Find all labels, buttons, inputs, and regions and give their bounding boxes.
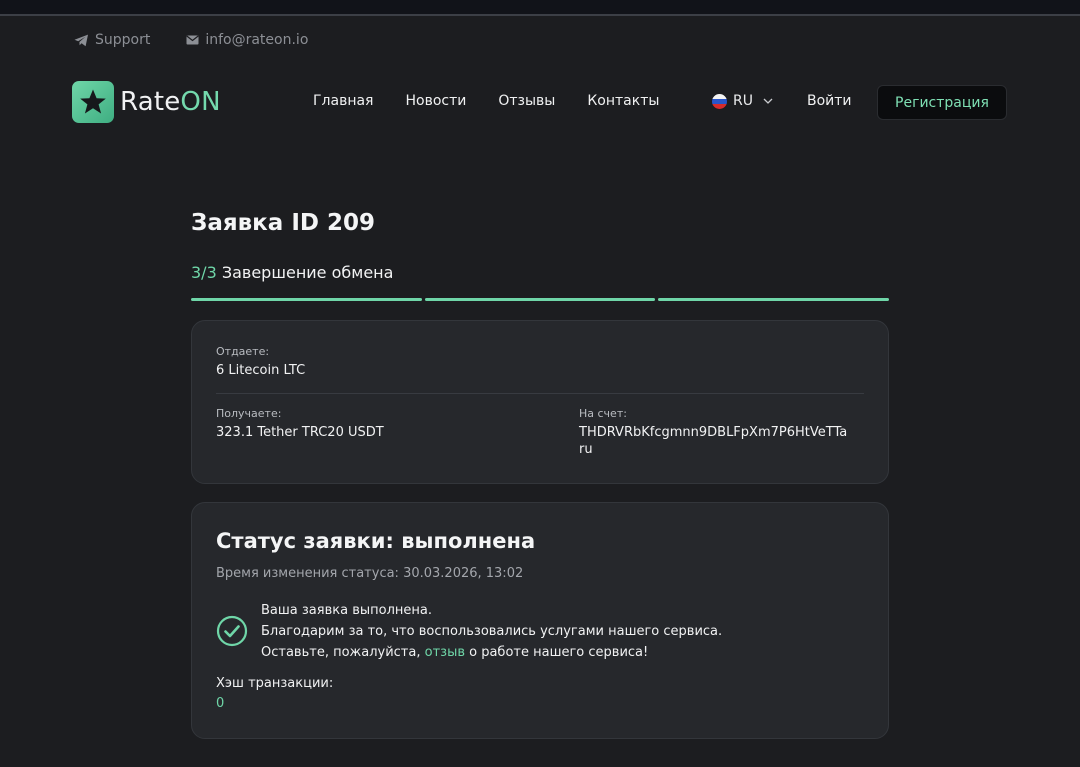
hash-label: Хэш транзакции: — [216, 676, 334, 691]
rateon-logo[interactable]: RateON — [72, 81, 221, 123]
receive-value: 323.1 Tether TRC20 USDT — [216, 425, 384, 440]
support-link-label: Support — [95, 32, 151, 48]
telegram-icon — [74, 34, 88, 46]
status-message-line3-end: о работе нашего сервиса! — [465, 645, 649, 660]
give-label: Отдаете: — [216, 345, 270, 358]
divider — [216, 393, 864, 394]
status-time: Время изменения статуса: 30.03.2026, 13:… — [216, 566, 524, 581]
logo-text-rate: Rate — [120, 87, 181, 117]
order-details-card: Отдаете: 6 Litecoin LTC Получаете: 323.1… — [191, 320, 889, 484]
nav-item-contacts[interactable]: Контакты — [587, 93, 659, 109]
status-message-line1: Ваша заявка выполнена. — [261, 603, 432, 618]
logo-text: RateON — [120, 87, 221, 117]
top-links: Support info@rateon.io — [74, 32, 308, 48]
hash-value[interactable]: 0 — [216, 696, 224, 711]
progress-segment — [424, 298, 656, 301]
main-nav: Главная Новости Отзывы Контакты — [313, 93, 659, 109]
account-value: THDRVRbKfcgmnn9DBLFpXm7P6HtVeTTa ru — [579, 425, 847, 457]
register-button[interactable]: Регистрация — [877, 85, 1007, 120]
language-label: RU — [733, 93, 753, 109]
nav-item-home[interactable]: Главная — [313, 93, 373, 109]
status-card: Статус заявки: выполнена Время изменения… — [191, 502, 889, 739]
check-circle-icon — [216, 615, 248, 647]
language-selector[interactable]: RU — [712, 93, 773, 109]
step-number: 3/3 — [191, 263, 217, 282]
login-link[interactable]: Войти — [807, 93, 852, 109]
status-message-line2: Благодарим за то, что воспользовались ус… — [261, 624, 723, 639]
nav-item-news[interactable]: Новости — [405, 93, 466, 109]
status-title: Статус заявки: выполнена — [216, 529, 536, 553]
progress-bar — [191, 298, 890, 301]
account-value-line1: THDRVRbKfcgmnn9DBLFpXm7P6HtVeTTa — [579, 425, 848, 440]
progress-segment — [658, 298, 890, 301]
email-link-label: info@rateon.io — [205, 32, 309, 48]
russia-flag-icon — [712, 93, 727, 109]
logo-star-icon — [72, 81, 114, 123]
mail-icon — [186, 35, 199, 45]
give-value: 6 Litecoin LTC — [216, 363, 306, 378]
status-message: Ваша заявка выполнена. Благодарим за то,… — [261, 600, 722, 663]
window-top-bar — [0, 0, 1080, 16]
step-indicator: 3/3 Завершение обмена — [191, 263, 393, 282]
account-value-line2: ru — [579, 442, 593, 457]
logo-text-on: ON — [180, 87, 221, 117]
status-message-line3-start: Оставьте, пожалуйста, — [261, 645, 425, 660]
receive-label: Получаете: — [216, 407, 282, 420]
account-label: На счет: — [579, 407, 627, 420]
nav-item-reviews[interactable]: Отзывы — [498, 93, 555, 109]
step-label: Завершение обмена — [221, 263, 394, 282]
support-link[interactable]: Support — [74, 32, 150, 48]
status-message-line3: Оставьте, пожалуйста, отзыв о работе наш… — [261, 642, 722, 663]
email-link[interactable]: info@rateon.io — [186, 32, 308, 48]
review-link[interactable]: отзыв — [425, 645, 465, 660]
progress-segment — [191, 298, 422, 301]
page-title: Заявка ID 209 — [191, 210, 375, 236]
chevron-down-icon — [763, 98, 773, 104]
